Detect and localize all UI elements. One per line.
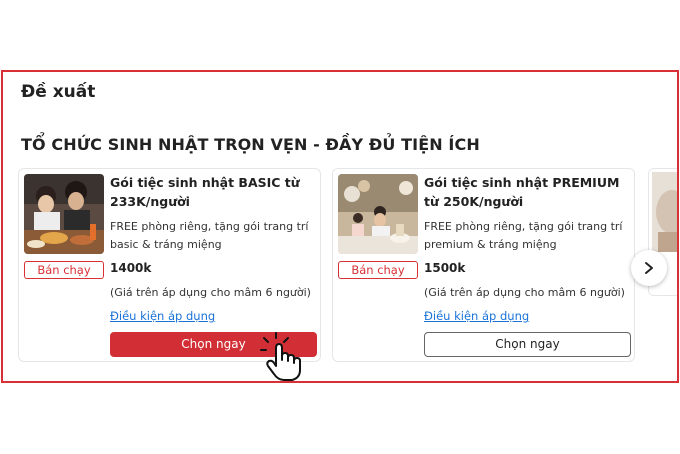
package-card-premium: Bán chạy Gói tiệc sinh nhật PREMIUM từ 2… [332,168,635,362]
package-price: 1500k [424,261,466,275]
package-title[interactable]: Gói tiệc sinh nhật PREMIUM từ 250K/người [424,173,629,211]
package-title[interactable]: Gói tiệc sinh nhật BASIC từ 233K/người [110,173,315,211]
package-price: 1400k [110,261,152,275]
bestseller-badge: Bán chạy [338,261,418,279]
recommendation-section: Đề xuất TỔ CHỨC SINH NHẬT TRỌN VẸN - ĐẦY… [1,70,679,383]
package-description: FREE phòng riêng, tặng gói trang trí bas… [110,220,309,251]
conditions-link[interactable]: Điều kiện áp dụng [110,309,215,323]
price-note: (Giá trên áp dụng cho mâm 6 người) [424,286,625,299]
bestseller-badge: Bán chạy [24,261,104,279]
package-description: FREE phòng riêng, tặng gói trang trí pre… [424,220,623,251]
choose-now-button[interactable]: Chọn ngay [110,332,317,357]
package-image-premium[interactable] [338,174,418,254]
group-title: TỔ CHỨC SINH NHẬT TRỌN VẸN - ĐẦY ĐỦ TIỆN… [21,135,480,154]
conditions-link[interactable]: Điều kiện áp dụng [424,309,529,323]
section-title: Đề xuất [21,82,96,102]
carousel-next-button[interactable] [631,250,667,286]
package-card-basic: Bán chạy Gói tiệc sinh nhật BASIC từ 233… [18,168,321,362]
chevron-right-icon [645,262,653,274]
price-note: (Giá trên áp dụng cho mâm 6 người) [110,286,311,299]
choose-now-button[interactable]: Chọn ngay [424,332,631,357]
package-image-basic[interactable] [24,174,104,254]
